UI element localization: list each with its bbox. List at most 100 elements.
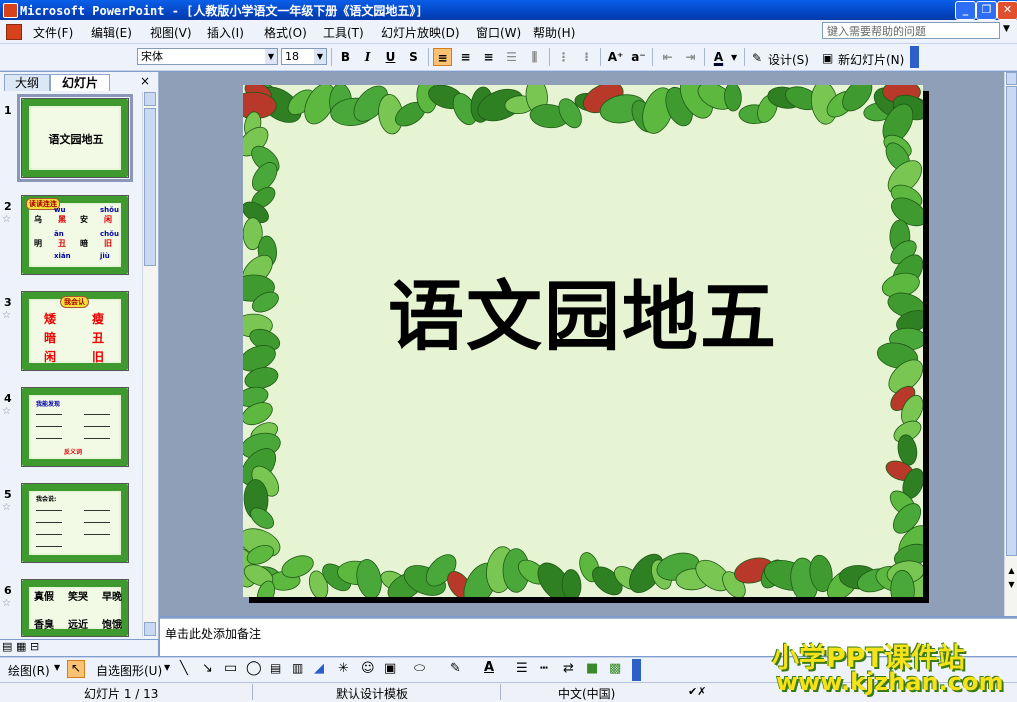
justify-button[interactable]: ☰ (502, 48, 521, 66)
spelling-check-icon[interactable]: ✔✗ (688, 685, 706, 698)
line-style-icon[interactable]: ☰ (516, 661, 528, 676)
clipart-icon[interactable]: ☺ (361, 661, 375, 676)
design-button[interactable]: 设计(S) (768, 51, 809, 68)
thumb-char: 明 (34, 239, 42, 248)
help-dropdown-icon[interactable]: ▼ (1003, 24, 1010, 34)
menu-format[interactable]: 格式(O) (264, 24, 307, 41)
thumb-line (84, 426, 110, 427)
slides-pane-scrollbar[interactable] (142, 92, 157, 637)
line-tool-icon[interactable]: ╲ (180, 661, 188, 676)
slide-title[interactable]: 语文园地五 (243, 255, 923, 365)
tab-outline[interactable]: 大纲 (4, 74, 50, 91)
scroll-thumb[interactable] (1006, 86, 1017, 556)
menu-insert[interactable]: 插入(I) (207, 24, 244, 41)
increase-indent-button[interactable]: ⇥ (681, 48, 700, 66)
arrow-style-icon[interactable]: ⇄ (563, 661, 574, 676)
draw-menu-button[interactable]: 绘图(R) (8, 662, 50, 679)
numbering-button[interactable]: ⋮ (554, 48, 573, 66)
minimize-button[interactable]: _ (955, 1, 976, 20)
menu-window[interactable]: 窗口(W) (476, 24, 521, 41)
oval-tool-icon[interactable]: ◯ (246, 660, 262, 676)
thumb-pinyin: ān (54, 230, 64, 238)
toolbar-options-handle[interactable] (910, 46, 919, 68)
thumb-char: 闲 (44, 350, 57, 364)
design-template[interactable]: 默认设计模板 (336, 685, 408, 702)
italic-button[interactable]: I (358, 48, 377, 66)
decrease-font-button[interactable]: a⁻ (629, 48, 648, 66)
wordart-icon[interactable]: ◢ (314, 661, 324, 676)
align-left-button[interactable]: ≡ (433, 48, 452, 66)
help-search-input[interactable]: 键入需要帮助的问题 (822, 22, 1000, 39)
menu-slideshow[interactable]: 幻灯片放映(D) (381, 24, 460, 41)
sorter-view-icon[interactable]: ▦ (16, 640, 26, 653)
title-bar: Microsoft PowerPoint - [人教版小学语文一年级下册《语文园… (0, 0, 1017, 20)
menu-tools[interactable]: 工具(T) (323, 24, 364, 41)
underline-button[interactable]: U (381, 48, 400, 66)
scroll-thumb[interactable] (144, 108, 156, 266)
slide-thumbnail-6[interactable]: 真假 笑哭 早晚 香臭 远近 饱饿 (21, 579, 129, 637)
next-slide-icon[interactable]: ▼ (1006, 580, 1017, 593)
menu-edit[interactable]: 编辑(E) (91, 24, 132, 41)
chevron-down-icon[interactable]: ▼ (731, 53, 737, 62)
align-right-button[interactable]: ≡ (479, 48, 498, 66)
textbox-tool-icon[interactable]: ▤ (270, 661, 281, 675)
rectangle-tool-icon[interactable]: ▭ (224, 660, 237, 676)
font-color-button[interactable]: A (709, 48, 728, 66)
vertical-textbox-icon[interactable]: ▥ (292, 661, 303, 675)
view-buttons: ▤ ▦ ⊟ (0, 640, 158, 656)
increase-font-button[interactable]: A⁺ (606, 48, 625, 66)
maximize-button[interactable]: ❐ (976, 1, 997, 20)
thumb-heading: 我会说: (36, 496, 57, 503)
thumb-heading: 我能发现 (36, 401, 61, 408)
decrease-indent-button[interactable]: ⇤ (658, 48, 677, 66)
thumb-line (36, 438, 62, 439)
notes-placeholder: 单击此处添加备注 (165, 627, 262, 641)
font-color-icon[interactable]: A (484, 660, 494, 675)
picture-icon[interactable]: ▣ (384, 661, 396, 676)
align-center-button[interactable]: ≡ (456, 48, 475, 66)
menu-file[interactable]: 文件(F) (33, 24, 73, 41)
new-slide-button[interactable]: 新幻灯片(N) (838, 51, 904, 68)
3d-style-icon[interactable]: ▩ (609, 661, 621, 676)
menu-view[interactable]: 视图(V) (150, 24, 192, 41)
close-button[interactable]: ✕ (997, 1, 1017, 20)
autoshapes-button[interactable]: 自选图形(U) (96, 662, 162, 679)
slide-thumbnail-2[interactable]: 读读连连 wu shǒu ān chǒu xián jiù 乌 明 安 暗 黑 … (21, 195, 129, 275)
scroll-down-button[interactable] (144, 622, 156, 636)
normal-view-icon[interactable]: ▤ (2, 640, 12, 653)
dash-style-icon[interactable]: ┅ (540, 661, 548, 676)
bold-button[interactable]: B (336, 48, 355, 66)
distribute-button[interactable]: ⫼ (525, 48, 544, 66)
menu-help[interactable]: 帮助(H) (533, 24, 575, 41)
thumb-number: 2 (4, 200, 12, 213)
bullets-button[interactable]: ⁝ (577, 48, 596, 66)
line-color-icon[interactable]: ✎ (450, 661, 461, 676)
slide-scrollbar[interactable]: ▲ ▼ (1004, 72, 1017, 616)
current-slide[interactable]: 语文园地五 (243, 85, 923, 597)
thumb-pinyin: jiù (100, 252, 110, 260)
chevron-down-icon[interactable]: ▼ (164, 663, 170, 672)
font-family-select[interactable]: 宋体 ▼ (137, 48, 278, 65)
scroll-up-button[interactable] (144, 92, 156, 106)
diagram-icon[interactable]: ✳ (338, 661, 349, 676)
slide-thumbnail-5[interactable]: 我会说: (21, 483, 129, 563)
fill-color-icon[interactable]: ⬭ (414, 661, 425, 676)
powerpoint-icon (3, 3, 18, 18)
document-icon[interactable] (6, 24, 22, 40)
slideshow-view-icon[interactable]: ⊟ (30, 640, 39, 653)
prev-slide-icon[interactable]: ▲ (1006, 566, 1017, 579)
chevron-down-icon[interactable]: ▼ (54, 663, 60, 672)
slide-thumbnail-1[interactable]: 语文园地五 (17, 94, 133, 182)
thumb-char: 黑 (58, 215, 66, 224)
pane-close-icon[interactable]: × (140, 74, 150, 88)
tab-slides[interactable]: 幻灯片 (50, 74, 110, 91)
shadow-button[interactable]: S (404, 48, 423, 66)
scroll-up-button[interactable] (1006, 72, 1017, 85)
shadow-style-icon[interactable]: ■ (586, 661, 598, 676)
slide-thumbnail-4[interactable]: 我能发现 反义词 (21, 387, 129, 467)
font-size-select[interactable]: 18 ▼ (281, 48, 327, 65)
select-pointer-icon[interactable]: ↖ (67, 660, 85, 678)
arrow-tool-icon[interactable]: ↘ (202, 661, 213, 676)
slide-thumbnail-3[interactable]: 我会认 矮 瘦 暗 丑 闲 旧 (21, 291, 129, 371)
toolbar-options-handle[interactable] (632, 659, 641, 681)
